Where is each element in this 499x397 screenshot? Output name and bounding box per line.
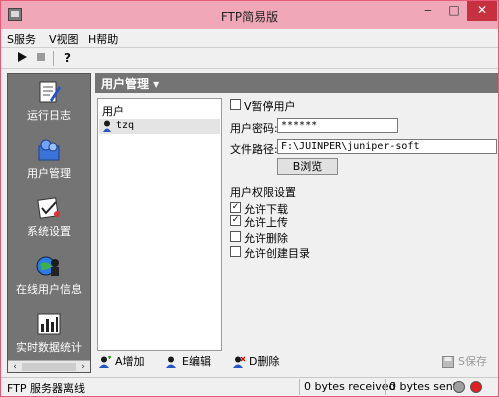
delete-button[interactable]: D删除 [233, 353, 279, 371]
settings-icon [36, 196, 62, 220]
bytes-sent: 0 bytes sent [389, 380, 458, 393]
active-indicator-icon [470, 381, 482, 393]
add-button-label: A增加 [115, 355, 145, 368]
edit-button-label: E编辑 [182, 355, 211, 368]
menu-bar: S服务 V视图 H帮助 [1, 29, 498, 47]
play-icon[interactable] [15, 51, 29, 65]
menu-view[interactable]: V视图 [49, 31, 79, 47]
password-field[interactable]: ****** [277, 118, 398, 133]
save-button-label: S保存 [458, 355, 487, 368]
delete-button-label: D删除 [249, 355, 280, 368]
allow-upload-checkbox[interactable]: ✓ [230, 215, 241, 226]
maximize-button[interactable]: □ [441, 1, 467, 21]
sidebar-item-users[interactable]: 用户管理 [8, 132, 90, 190]
menu-service[interactable]: S服务 [7, 31, 36, 47]
add-user-icon [99, 356, 111, 368]
save-button[interactable]: S保存 [442, 353, 487, 371]
allow-delete-checkbox[interactable] [230, 231, 241, 242]
list-item[interactable]: tzq [99, 119, 220, 134]
sidebar-item-label: 实时数据统计 [16, 341, 82, 354]
status-bar: FTP 服务器离线 0 bytes received 0 bytes sent [1, 377, 498, 396]
user-list[interactable]: 用户 tzq [97, 98, 222, 351]
close-button[interactable]: ✕ [467, 1, 497, 21]
sidebar-item-settings[interactable]: 系统设置 [8, 190, 90, 248]
online-users-icon [36, 254, 62, 278]
delete-user-icon [233, 356, 246, 368]
allow-mkdir-label: 允许创建目录 [244, 247, 310, 260]
edit-button[interactable]: E编辑 [166, 353, 211, 371]
pause-user-label: V暂停用户 [244, 100, 296, 113]
server-status: FTP 服务器离线 [7, 382, 85, 395]
minimize-button[interactable]: ‒ [415, 1, 441, 21]
statistics-icon [36, 312, 62, 336]
help-icon[interactable]: ? [61, 51, 75, 65]
add-button[interactable]: A增加 [99, 353, 145, 371]
title-bar[interactable]: FTP简易版 ‒ □ ✕ [1, 1, 498, 29]
menu-help[interactable]: H帮助 [88, 31, 118, 47]
log-icon [36, 80, 62, 104]
sidebar-scrollbar[interactable]: ‹ › [8, 360, 90, 372]
allow-download-checkbox[interactable]: ✓ [230, 202, 241, 213]
sidebar-item-label: 运行日志 [27, 109, 71, 122]
sidebar-item-label: 用户管理 [27, 167, 71, 180]
save-icon [442, 356, 454, 368]
allow-upload-label: 允许上传 [244, 216, 288, 229]
status-divider [385, 379, 386, 395]
scroll-thumb[interactable] [22, 363, 76, 371]
allow-delete-label: 允许删除 [244, 232, 288, 245]
toolbar-separator [53, 51, 54, 66]
panel-title[interactable]: 用户管理 ▾ [95, 73, 498, 93]
password-label: 用户密码: [230, 122, 278, 135]
bytes-received: 0 bytes received [304, 380, 396, 393]
path-label: 文件路径: [230, 143, 278, 156]
list-header: 用户 [102, 105, 124, 118]
allow-mkdir-checkbox[interactable] [230, 246, 241, 257]
sidebar: 运行日志 用户管理 系统设置 在线用户信息 实时数据统计 ‹ › [7, 73, 91, 373]
path-field[interactable]: F:\JUINPER\juniper-soft [277, 139, 497, 154]
permissions-title: 用户权限设置 [230, 186, 296, 199]
sidebar-item-statistics[interactable]: 实时数据统计 [8, 306, 90, 364]
pause-user-checkbox[interactable] [230, 99, 241, 110]
sidebar-item-label: 系统设置 [27, 225, 71, 238]
edit-user-icon [166, 356, 178, 368]
users-icon [36, 138, 62, 162]
status-divider [299, 379, 300, 395]
user-name: tzq [116, 120, 135, 131]
svg-text:?: ? [64, 51, 71, 65]
user-icon [102, 120, 112, 132]
idle-indicator-icon [453, 381, 465, 393]
scroll-left-icon[interactable]: ‹ [9, 361, 21, 372]
sidebar-item-label: 在线用户信息 [16, 283, 82, 296]
app-window: FTP简易版 ‒ □ ✕ S服务 V视图 H帮助 ? 运行日志 用户管理 系统设… [0, 0, 499, 397]
browse-button[interactable]: B浏览 [277, 158, 338, 175]
sidebar-item-online-users[interactable]: 在线用户信息 [8, 248, 90, 306]
stop-icon[interactable] [34, 51, 48, 65]
toolbar: ? [1, 47, 498, 69]
scroll-right-icon[interactable]: › [77, 361, 89, 372]
sidebar-item-log[interactable]: 运行日志 [8, 74, 90, 132]
